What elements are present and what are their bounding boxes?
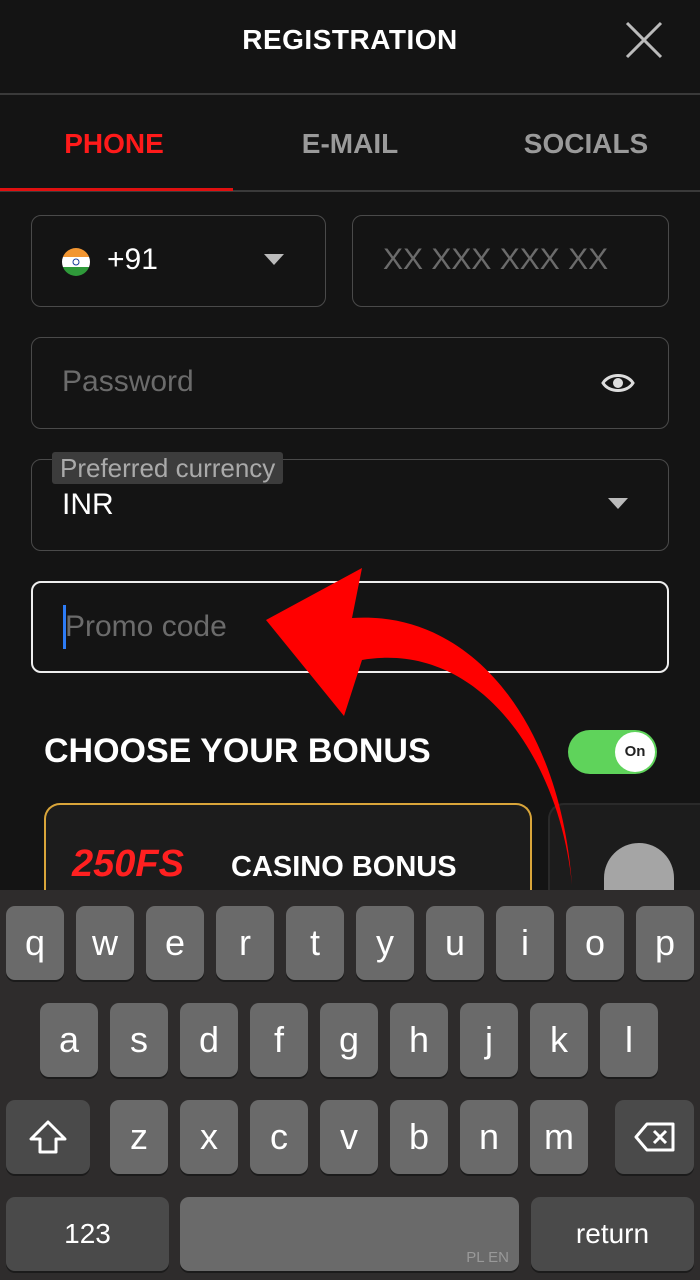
red-arrow-annotation (266, 568, 572, 885)
keyboard-language-label: PL EN (466, 1249, 509, 1266)
key-f[interactable]: f (250, 1003, 308, 1077)
key-a[interactable]: a (40, 1003, 98, 1077)
key-b[interactable]: b (390, 1100, 448, 1174)
shift-key[interactable] (6, 1100, 90, 1174)
key-z[interactable]: z (110, 1100, 168, 1174)
key-o[interactable]: o (566, 906, 624, 980)
key-w[interactable]: w (76, 906, 134, 980)
key-q[interactable]: q (6, 906, 64, 980)
key-s[interactable]: s (110, 1003, 168, 1077)
key-d[interactable]: d (180, 1003, 238, 1077)
key-g[interactable]: g (320, 1003, 378, 1077)
key-y[interactable]: y (356, 906, 414, 980)
key-v[interactable]: v (320, 1100, 378, 1174)
key-l[interactable]: l (600, 1003, 658, 1077)
backspace-icon (634, 1122, 674, 1152)
key-p[interactable]: p (636, 906, 694, 980)
key-u[interactable]: u (426, 906, 484, 980)
key-r[interactable]: r (216, 906, 274, 980)
space-key[interactable]: PL EN (180, 1197, 519, 1271)
key-i[interactable]: i (496, 906, 554, 980)
key-c[interactable]: c (250, 1100, 308, 1174)
key-t[interactable]: t (286, 906, 344, 980)
key-e[interactable]: e (146, 906, 204, 980)
key-x[interactable]: x (180, 1100, 238, 1174)
key-j[interactable]: j (460, 1003, 518, 1077)
shift-icon (29, 1120, 67, 1154)
key-k[interactable]: k (530, 1003, 588, 1077)
key-h[interactable]: h (390, 1003, 448, 1077)
delete-key[interactable] (615, 1100, 694, 1174)
key-n[interactable]: n (460, 1100, 518, 1174)
return-key[interactable]: return (531, 1197, 694, 1271)
keyboard: qwertyuiop asdfghjkl zxcvbnm 123 PL EN ret… (0, 890, 700, 1280)
key-m[interactable]: m (530, 1100, 588, 1174)
numbers-key[interactable]: 123 (6, 1197, 169, 1271)
